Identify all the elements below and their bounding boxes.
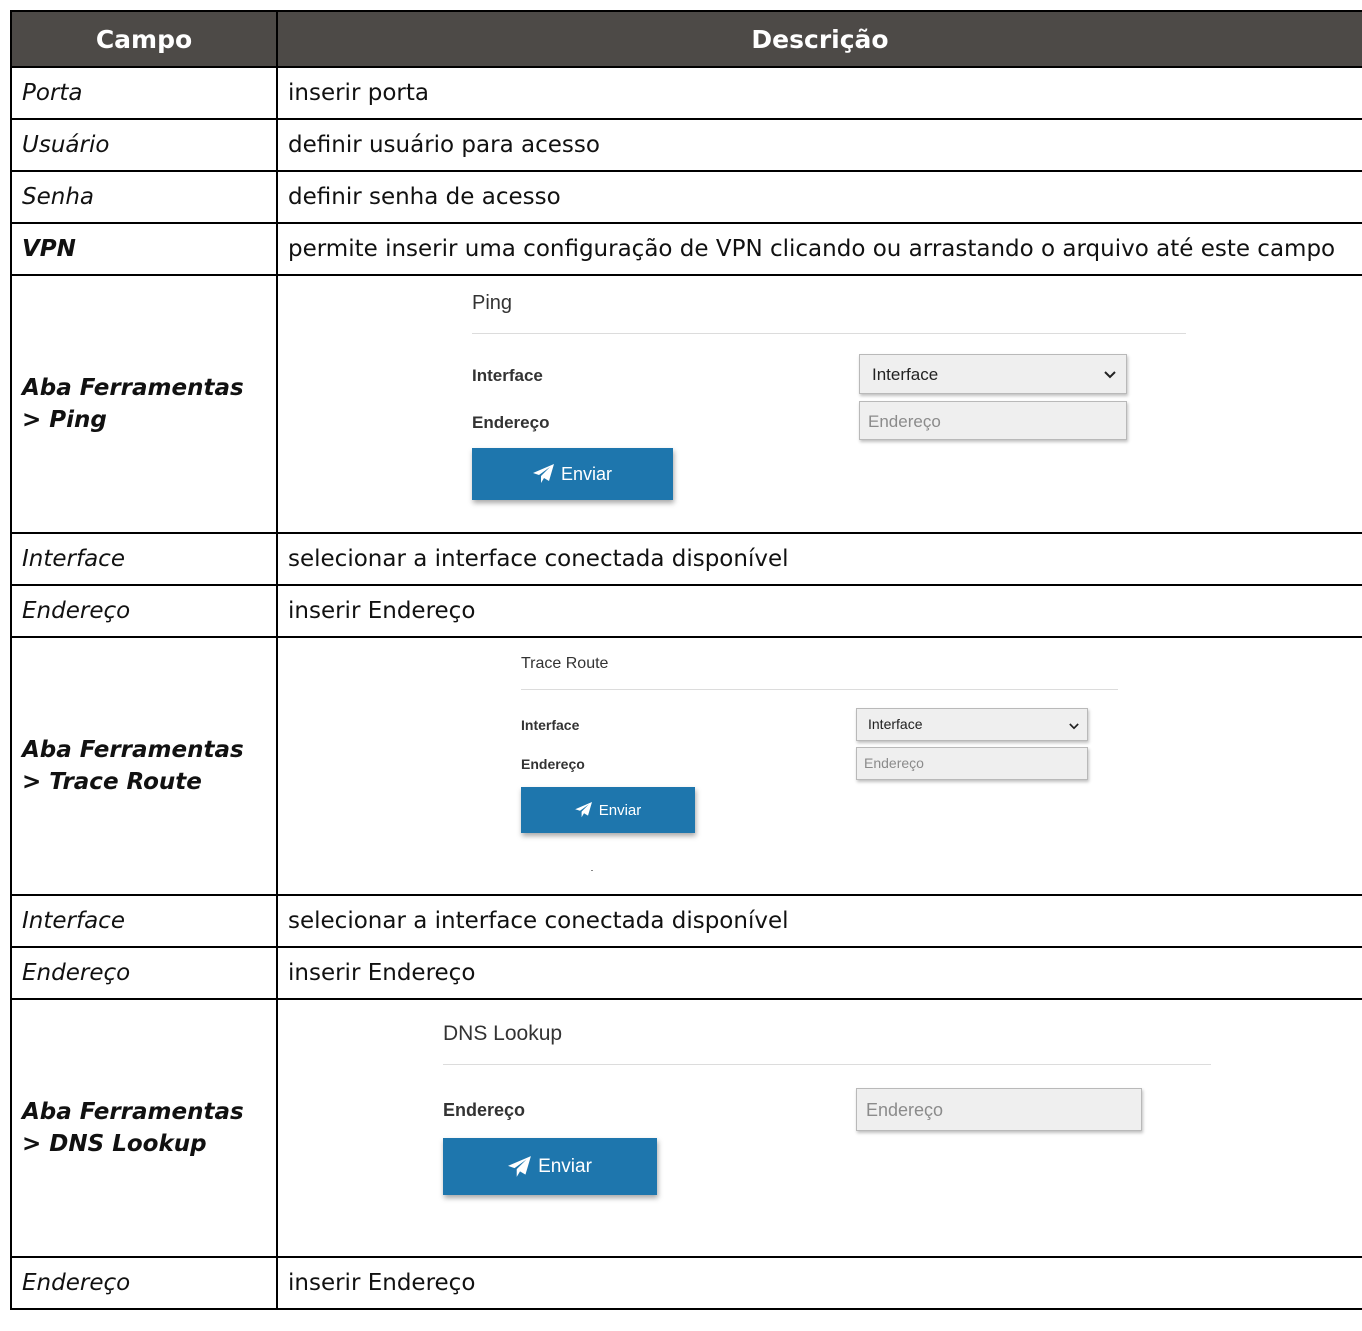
table-row: Endereço inserir Endereço: [10, 584, 1362, 638]
dns-form: DNS Lookup Endereço Endereço Enviar: [443, 1001, 1223, 1255]
divider: [472, 333, 1186, 334]
address-input[interactable]: Endereço: [856, 1088, 1142, 1131]
table-row: Endereço inserir Endereço: [10, 946, 1362, 1000]
table-row: Interface selecionar a interface conecta…: [10, 532, 1362, 586]
field-name: Usuário: [10, 118, 278, 172]
table-row-trace-route: Aba Ferramentas > Trace Route Trace Rout…: [10, 636, 1362, 896]
field-name: Interface: [10, 894, 278, 948]
field-description: inserir porta: [276, 66, 1362, 120]
field-description: definir senha de acesso: [276, 170, 1362, 224]
chevron-down-icon: [1104, 364, 1116, 384]
field-name: Aba Ferramentas > Trace Route: [10, 636, 278, 896]
address-label: Endereço: [521, 756, 585, 772]
header-campo: Campo: [10, 10, 278, 68]
address-label: Endereço: [472, 413, 550, 432]
field-description: permite inserir uma configuração de VPN …: [276, 222, 1362, 276]
field-name-line1: Aba Ferramentas: [22, 737, 244, 763]
send-button[interactable]: Enviar: [472, 448, 673, 500]
table-header: Campo Descrição: [10, 10, 1362, 68]
field-name-line2: > Ping: [22, 407, 107, 433]
send-button-label: Enviar: [598, 801, 642, 819]
table-row: Usuário definir usuário para acesso: [10, 118, 1362, 172]
address-label: Endereço: [443, 1100, 526, 1120]
trace-title: Trace Route: [521, 655, 609, 672]
field-name: VPN: [10, 222, 278, 276]
divider: [521, 689, 1118, 690]
dns-title: DNS Lookup: [443, 1022, 563, 1045]
field-name: Interface: [10, 532, 278, 586]
field-name: Porta: [10, 66, 278, 120]
interface-select-value: Interface: [868, 716, 923, 732]
field-name: Aba Ferramentas > Ping: [10, 274, 278, 534]
field-description: selecionar a interface conectada disponí…: [276, 894, 1362, 948]
send-button-label: Enviar: [560, 463, 613, 484]
trace-panel-cell: Trace Route Interface Interface Endereço…: [276, 636, 1362, 896]
stray-dot: [591, 870, 593, 871]
paper-plane-icon: [532, 464, 555, 484]
fields-table: Campo Descrição Porta inserir porta Usuá…: [10, 10, 1362, 1310]
table-row: VPN permite inserir uma configuração de …: [10, 222, 1362, 276]
trace-panel: Trace Route Interface Interface Endereço…: [279, 639, 1361, 893]
field-name-line2: > DNS Lookup: [22, 1131, 207, 1157]
table-row: Endereço inserir Endereço: [10, 1256, 1362, 1310]
interface-select[interactable]: Interface: [859, 354, 1127, 394]
address-input[interactable]: Endereço: [856, 747, 1088, 780]
table-row: Senha definir senha de acesso: [10, 170, 1362, 224]
field-description: inserir Endereço: [276, 1256, 1362, 1310]
field-name: Endereço: [10, 584, 278, 638]
paper-plane-icon: [574, 802, 593, 818]
field-name-line1: Aba Ferramentas: [22, 375, 244, 401]
table-row-dns-lookup: Aba Ferramentas > DNS Lookup DNS Lookup …: [10, 998, 1362, 1258]
interface-label: Interface: [521, 717, 580, 733]
send-button-label: Enviar: [538, 1155, 592, 1177]
interface-select-value: Interface: [872, 365, 939, 384]
ping-form: Ping Interface Interface Endereço Endere…: [472, 277, 1192, 531]
field-name: Endereço: [10, 946, 278, 1000]
ping-panel: Ping Interface Interface Endereço Endere…: [279, 277, 1361, 531]
field-description: selecionar a interface conectada disponí…: [276, 532, 1362, 586]
field-description: definir usuário para acesso: [276, 118, 1362, 172]
field-name: Endereço: [10, 1256, 278, 1310]
field-description: inserir Endereço: [276, 584, 1362, 638]
field-name-line2: > Trace Route: [22, 769, 202, 795]
dns-panel: DNS Lookup Endereço Endereço Enviar: [279, 1001, 1361, 1255]
field-name-line1: Aba Ferramentas: [22, 1099, 244, 1125]
interface-label: Interface: [472, 366, 543, 385]
interface-select[interactable]: Interface: [856, 708, 1088, 741]
table-row: Interface selecionar a interface conecta…: [10, 894, 1362, 948]
trace-form: Trace Route Interface Interface Endereço…: [521, 639, 1121, 893]
ping-panel-cell: Ping Interface Interface Endereço Endere…: [276, 274, 1362, 534]
divider: [443, 1064, 1211, 1065]
dns-panel-cell: DNS Lookup Endereço Endereço Enviar: [276, 998, 1362, 1258]
table-row: Porta inserir porta: [10, 66, 1362, 120]
header-descricao: Descrição: [276, 10, 1362, 68]
field-description: inserir Endereço: [276, 946, 1362, 1000]
chevron-down-icon: [1069, 717, 1079, 733]
field-name: Aba Ferramentas > DNS Lookup: [10, 998, 278, 1258]
paper-plane-icon: [508, 1155, 532, 1178]
ping-title: Ping: [472, 292, 513, 314]
table-row-ping: Aba Ferramentas > Ping Ping Interface In…: [10, 274, 1362, 534]
address-input[interactable]: Endereço: [859, 401, 1127, 440]
send-button[interactable]: Enviar: [521, 787, 695, 833]
field-name: Senha: [10, 170, 278, 224]
send-button[interactable]: Enviar: [443, 1138, 657, 1195]
